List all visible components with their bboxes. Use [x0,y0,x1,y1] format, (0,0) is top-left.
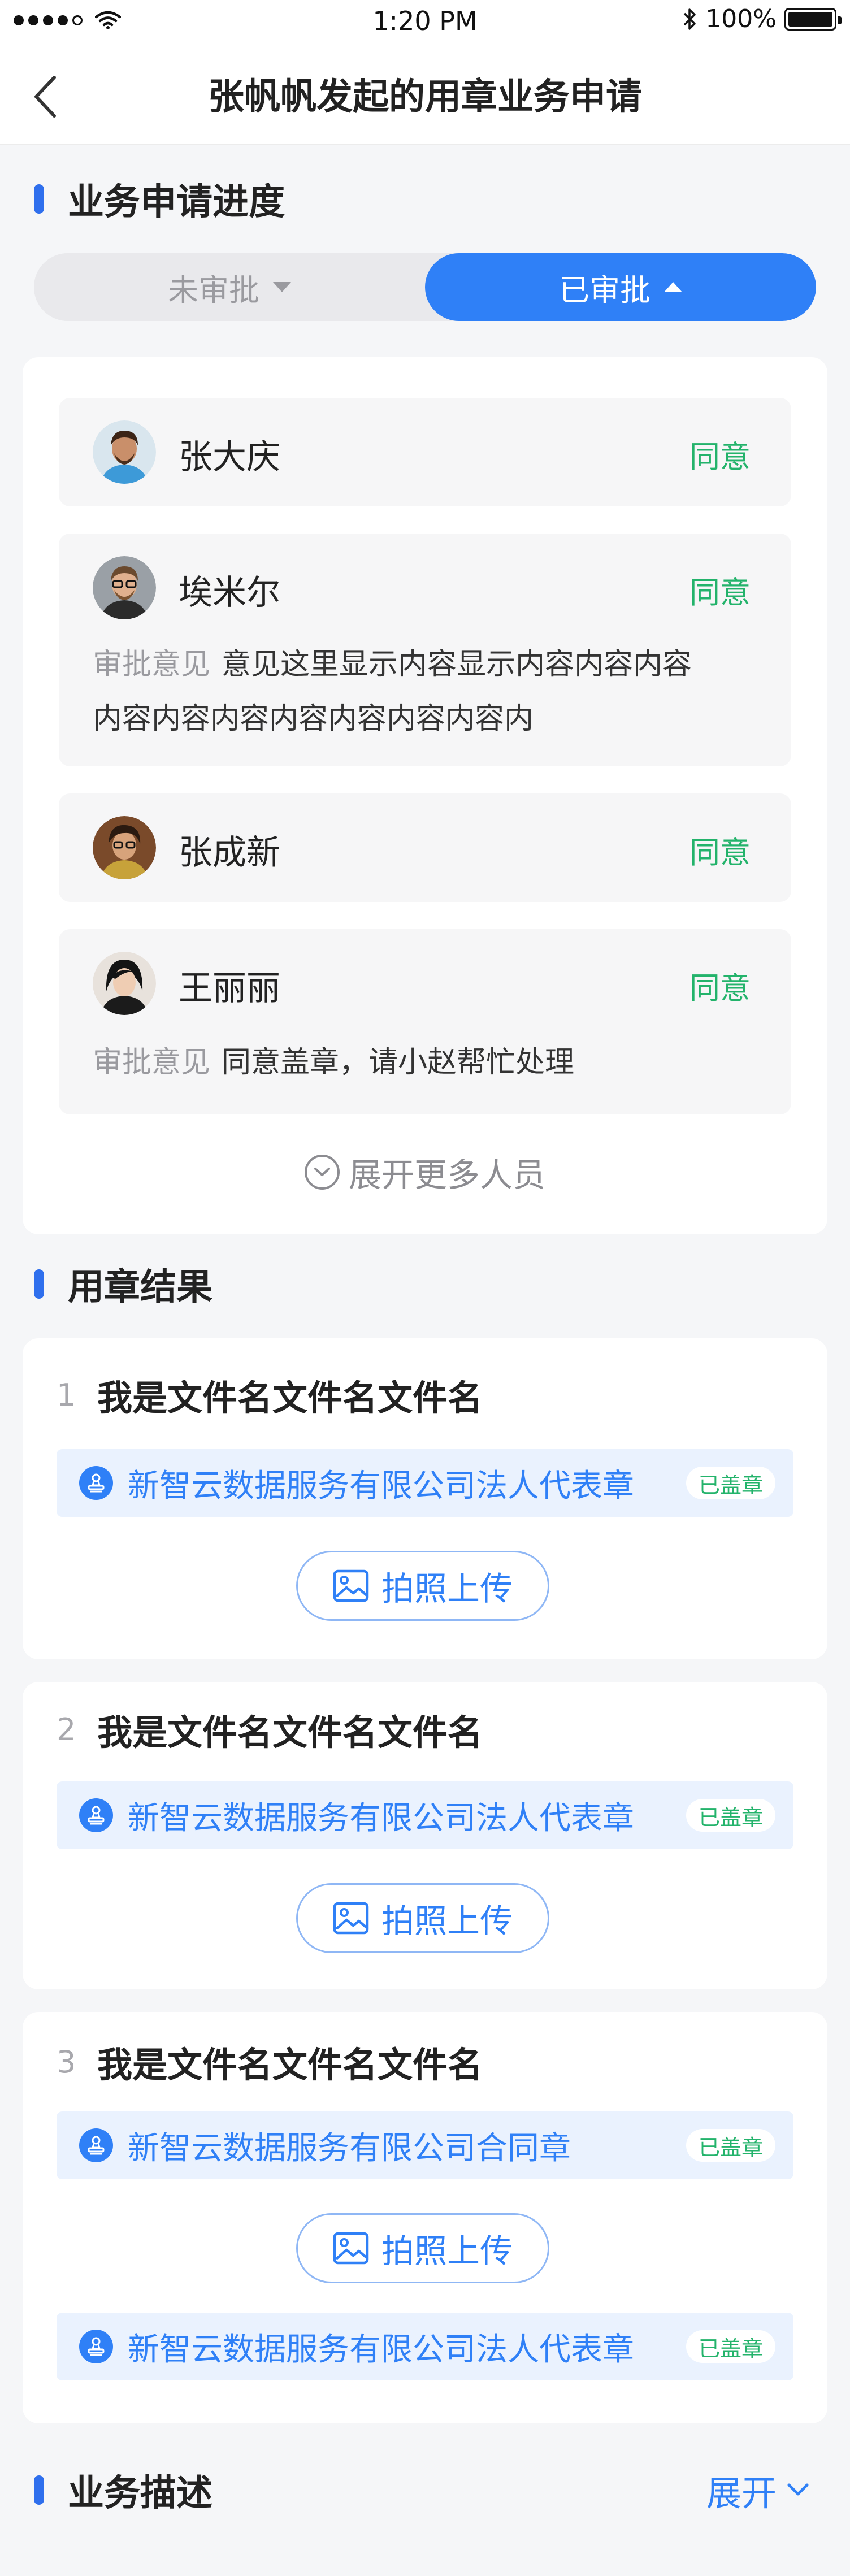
caret-down-icon [273,282,291,292]
photo-upload-button[interactable]: 拍照上传 [296,1883,549,1953]
tab-approved-label: 已审批 [559,272,650,308]
approver-name: 张成新 [179,833,280,873]
upload-label: 拍照上传 [381,2232,513,2270]
seal-stamp-icon [79,2330,113,2363]
sealed-badge: 已盖章 [686,1799,775,1832]
description-section-header: 业务描述 [34,2467,212,2514]
status-right: 100% [683,5,842,33]
approval-opinion: 审批意见 同意盖章，请小赵帮忙处理 [93,1035,714,1090]
opinion-text: 同意盖章，请小赵帮忙处理 [222,1046,575,1079]
seal-item: 新智云数据服务有限公司法人代表章 已盖章 [57,2313,793,2380]
expand-more-label: 展开更多人员 [348,1156,545,1194]
approver-item: 王丽丽 同意 审批意见 同意盖章，请小赵帮忙处理 [59,929,791,1114]
approver-name: 张大庆 [179,437,280,477]
approver-name: 埃米尔 [179,573,280,613]
section-marker [34,1269,44,1299]
tab-pending[interactable]: 未审批 [34,253,425,321]
image-icon [333,1902,369,1935]
description-section-title: 业务描述 [68,2473,212,2514]
sealed-badge: 已盖章 [686,2330,775,2363]
sealed-badge: 已盖章 [686,2129,775,2162]
file-title-row: 1 我是文件名文件名文件名 [57,1372,483,1419]
seal-name: 新智云数据服务有限公司合同章 [128,2130,571,2167]
progress-section-header: 业务申请进度 [34,176,285,223]
approver-status: 同意 [689,439,751,475]
description-expand-button[interactable]: 展开 [706,2467,809,2514]
bluetooth-icon [683,8,696,30]
expand-more-button[interactable]: 展开更多人员 [23,1148,827,1196]
file-index: 2 [57,1711,76,1747]
seal-stamp-icon [79,2128,113,2162]
file-index: 3 [57,2044,76,2080]
approver-item: 张大庆 同意 [59,398,791,506]
progress-section-title: 业务申请进度 [68,181,285,223]
nav-bar: 张帆帆发起的用章业务申请 [0,47,850,145]
battery-percent: 100% [705,5,777,33]
approver-name: 王丽丽 [179,969,280,1008]
approver-status: 同意 [689,835,751,870]
seal-stamp-icon [79,1798,113,1832]
file-card: 2 我是文件名文件名文件名 新智云数据服务有限公司法人代表章 已盖章 拍照上传 [23,1682,827,1989]
page-title: 张帆帆发起的用章业务申请 [208,76,642,118]
status-bar: 1:20 PM 100% [0,0,850,47]
section-marker [34,2475,44,2505]
photo-upload-button[interactable]: 拍照上传 [296,1551,549,1621]
seal-item: 新智云数据服务有限公司法人代表章 已盖章 [57,1781,793,1849]
sealed-badge: 已盖章 [686,1467,775,1499]
avatar [93,556,156,619]
image-icon [333,2232,369,2265]
approver-item: 张成新 同意 [59,793,791,902]
opinion-label: 审批意见 [93,1046,211,1079]
approval-opinion: 审批意见 意见这里显示内容显示内容内容内容内容内容内容内容内容内容内容内 [93,638,714,746]
upload-label: 拍照上传 [381,1569,513,1608]
seal-item: 新智云数据服务有限公司合同章 已盖章 [57,2111,793,2179]
battery-icon [784,7,842,31]
tab-approved[interactable]: 已审批 [425,253,816,321]
chevron-down-circle-icon [304,1155,340,1190]
caret-up-icon [664,282,682,292]
description-expand-label: 展开 [706,2473,777,2514]
seal-stamp-icon [79,1466,113,1500]
seal-name: 新智云数据服务有限公司法人代表章 [128,2331,634,2368]
chevron-down-icon [787,2483,809,2496]
seal-section-header: 用章结果 [34,1261,212,1308]
approver-status: 同意 [689,575,751,610]
approval-tabs: 未审批 已审批 [34,253,816,321]
approvers-card: 张大庆 同意 埃米尔 同意 审批意见 意见这里显示内容显示内容内容内容内容内容内容… [23,357,827,1234]
seal-item: 新智云数据服务有限公司法人代表章 已盖章 [57,1449,793,1517]
avatar [93,420,156,484]
avatar [93,816,156,879]
opinion-label: 审批意见 [93,648,211,682]
approver-item: 埃米尔 同意 审批意见 意见这里显示内容显示内容内容内容内容内容内容内容内容内容内… [59,534,791,766]
seal-name: 新智云数据服务有限公司法人代表章 [128,1467,634,1504]
file-name: 我是文件名文件名文件名 [97,2044,483,2085]
file-title-row: 3 我是文件名文件名文件名 [57,2039,483,2086]
seal-name: 新智云数据服务有限公司法人代表章 [128,1799,634,1837]
file-card: 3 我是文件名文件名文件名 新智云数据服务有限公司合同章 已盖章 拍照上传 新智… [23,2012,827,2423]
approver-status: 同意 [689,970,751,1006]
section-marker [34,184,44,214]
file-name: 我是文件名文件名文件名 [97,1377,483,1419]
upload-label: 拍照上传 [381,1902,513,1940]
file-index: 1 [57,1377,76,1413]
file-title-row: 2 我是文件名文件名文件名 [57,1707,483,1754]
image-icon [333,1569,369,1602]
file-name: 我是文件名文件名文件名 [97,1712,483,1753]
file-card: 1 我是文件名文件名文件名 新智云数据服务有限公司法人代表章 已盖章 拍照上传 [23,1338,827,1659]
avatar [93,952,156,1015]
tab-pending-label: 未审批 [168,272,259,308]
seal-section-title: 用章结果 [68,1267,212,1308]
photo-upload-button[interactable]: 拍照上传 [296,2213,549,2283]
